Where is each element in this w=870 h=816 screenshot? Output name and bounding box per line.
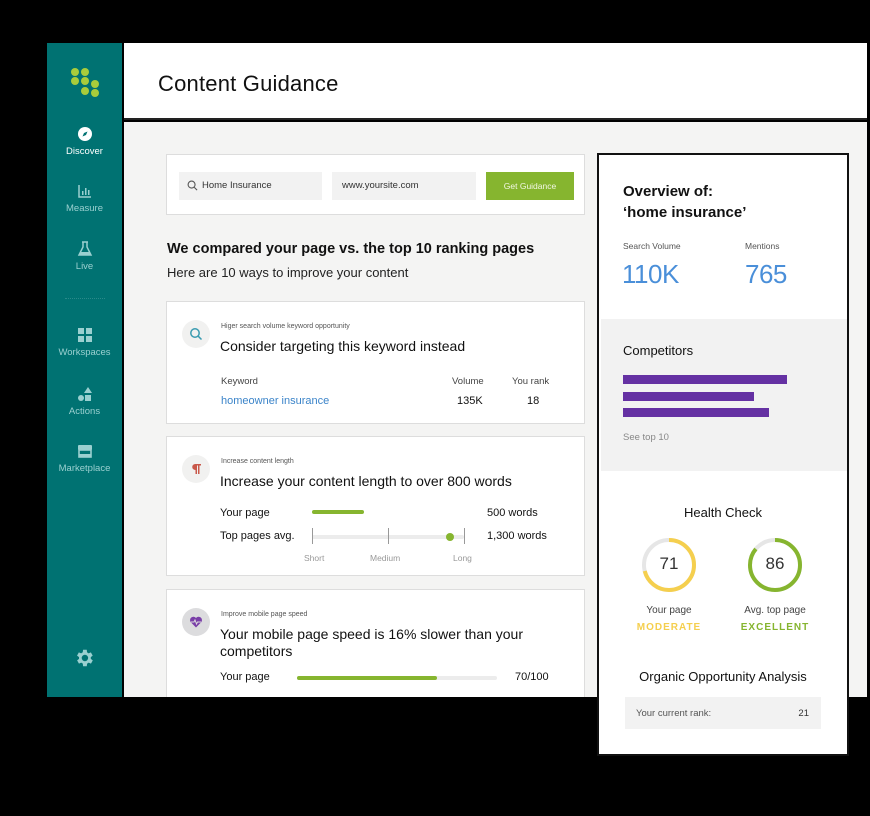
- keyword-link[interactable]: homeowner insurance: [221, 395, 329, 407]
- chart-icon: [77, 185, 91, 198]
- current-rank-row: Your current rank: 21: [625, 697, 821, 729]
- sidebar-item-label: Actions: [68, 406, 101, 417]
- card-icon-badge: [182, 608, 210, 636]
- search-bar: Home Insurance www.yoursite.com Get Guid…: [166, 154, 585, 215]
- url-value: www.yoursite.com: [342, 180, 419, 191]
- grid-icon: [77, 328, 92, 342]
- sidebar-divider: [65, 298, 105, 299]
- competitor-bar: [623, 392, 755, 401]
- heart-pulse-icon: [190, 616, 202, 628]
- search-volume-label: Search Volume: [623, 241, 681, 251]
- your-page-length-bar: [312, 510, 364, 514]
- your-page-words: 500 words: [487, 507, 538, 519]
- search-volume-value: 110K: [622, 259, 679, 289]
- card-title: Consider targeting this keyword instead: [220, 338, 466, 354]
- your-page-label: Your page: [220, 507, 270, 519]
- competitor-bar: [623, 375, 787, 384]
- sidebar-item-workspaces[interactable]: Workspaces: [47, 327, 122, 358]
- sidebar-item-actions[interactable]: Actions: [47, 386, 122, 417]
- card-title: Increase your content length to over 800…: [220, 473, 512, 489]
- competitors-title: Competitors: [623, 343, 694, 358]
- search-icon: [187, 180, 198, 191]
- volume-header: Volume: [452, 376, 484, 387]
- gear-icon[interactable]: [73, 647, 95, 669]
- gauge-label: Avg. top page: [744, 605, 806, 616]
- sidebar-item-label: Marketplace: [58, 463, 111, 474]
- compass-icon: [77, 127, 92, 141]
- comparison-title: We compared your page vs. the top 10 ran…: [167, 241, 535, 257]
- card-title: Your mobile page speed is 16% slower tha…: [220, 626, 523, 660]
- organic-analysis-title: Organic Opportunity Analysis: [639, 669, 807, 684]
- content-length-card[interactable]: Increase content length Increase your co…: [166, 436, 585, 576]
- sidebar-item-marketplace[interactable]: Marketplace: [47, 443, 122, 474]
- sidebar-item-discover[interactable]: Discover: [47, 126, 122, 157]
- top-pages-words: 1,300 words: [487, 530, 547, 542]
- mentions-value: 765: [745, 259, 787, 289]
- keyword-volume: 135K: [457, 395, 483, 407]
- overview-panel: Overview of: ‘home insurance’ Search Vol…: [597, 153, 849, 756]
- scale-label-short: Short: [304, 553, 325, 563]
- sidebar: Discover Measure Live Workspaces Actions…: [47, 43, 122, 697]
- sidebar-item-label: Measure: [66, 203, 103, 214]
- sidebar-item-label: Discover: [66, 146, 103, 157]
- rank-header: You rank: [512, 376, 550, 387]
- keyword-opportunity-card[interactable]: Higer search volume keyword opportunity …: [166, 301, 585, 424]
- scale-tick: [388, 528, 389, 544]
- scale-tick: [312, 528, 313, 544]
- keyword-input[interactable]: Home Insurance: [179, 172, 322, 200]
- keyword-header: Keyword: [221, 376, 258, 387]
- speed-score-bar: [297, 676, 437, 680]
- shapes-icon: [77, 387, 92, 401]
- gauge-value: 71: [659, 554, 679, 573]
- health-check-title: Health Check: [683, 505, 763, 520]
- sidebar-item-label: Live: [75, 261, 94, 272]
- sidebar-item-measure[interactable]: Measure: [47, 183, 122, 214]
- card-category: Higer search volume keyword opportunity: [221, 323, 350, 330]
- overview-keyword: ‘home insurance’: [623, 204, 747, 221]
- scale-label-medium: Medium: [370, 553, 401, 563]
- keyword-value: Home Insurance: [202, 180, 272, 191]
- get-guidance-button[interactable]: Get Guidance: [486, 172, 574, 200]
- keyword-rank: 18: [527, 395, 540, 407]
- card-category: Improve mobile page speed: [221, 611, 308, 618]
- top-pages-marker: [446, 533, 454, 541]
- url-input[interactable]: www.yoursite.com: [332, 172, 476, 200]
- avg-top-page-gauge: 86: [747, 537, 803, 593]
- overview-title-line: Overview of:: [623, 183, 714, 200]
- your-page-gauge: 71: [641, 537, 697, 593]
- card-icon-badge: [182, 320, 210, 348]
- rank-label: Your current rank:: [636, 708, 712, 719]
- your-page-label: Your page: [220, 671, 270, 683]
- gauge-label: Your page: [646, 605, 692, 616]
- card-category: Increase content length: [221, 458, 294, 465]
- card-title-line: Your mobile page speed is 16% slower tha…: [220, 626, 524, 642]
- store-icon: [77, 445, 92, 458]
- top-pages-label: Top pages avg.: [220, 530, 295, 542]
- page-speed-card[interactable]: Improve mobile page speed Your mobile pa…: [166, 589, 585, 697]
- flask-icon: [77, 241, 92, 256]
- card-icon-badge: [182, 455, 210, 483]
- scale-label-long: Long: [453, 553, 472, 563]
- scale-tick: [464, 528, 465, 544]
- page-title: Content Guidance: [158, 71, 339, 96]
- card-title-line: competitors: [220, 643, 293, 659]
- gauge-value: 86: [765, 554, 785, 573]
- speed-score: 70/100: [515, 671, 549, 683]
- comparison-subtitle: Here are 10 ways to improve your content: [167, 265, 409, 280]
- logo[interactable]: [69, 68, 101, 98]
- rank-value: 21: [798, 708, 809, 719]
- competitor-bar: [623, 408, 769, 417]
- competitors-section: Competitors See top 10: [601, 319, 847, 471]
- overview-title: Overview of: ‘home insurance’: [623, 181, 746, 223]
- page-header: Content Guidance: [124, 43, 867, 120]
- search-icon: [190, 328, 203, 341]
- mentions-label: Mentions: [745, 241, 780, 251]
- gauge-status: EXCELLENT: [740, 622, 810, 633]
- gauge-status: MODERATE: [636, 622, 702, 633]
- sidebar-item-label: Workspaces: [58, 347, 111, 358]
- sidebar-item-live[interactable]: Live: [47, 241, 122, 272]
- see-top-10-link[interactable]: See top 10: [623, 432, 669, 443]
- paragraph-icon: [192, 464, 201, 474]
